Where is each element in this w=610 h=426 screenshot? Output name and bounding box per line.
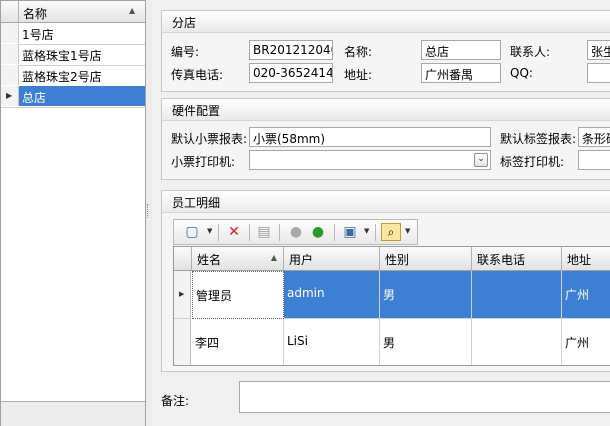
find-icon[interactable]: ⌕ (381, 223, 401, 241)
save-icon[interactable]: ▣ (340, 223, 360, 241)
sort-ascending-icon: ▲ (129, 6, 136, 15)
employee-name-cell[interactable]: 管理员 (192, 271, 284, 319)
tag-report-label: 默认标签报表: (500, 132, 577, 146)
address-field[interactable]: 广州番禺 (421, 63, 501, 83)
store-grid-header[interactable]: 名称 ▲ (1, 1, 145, 23)
employee-name-cell[interactable]: 李四 (192, 319, 284, 365)
store-name: 蓝格珠宝1号店 (22, 49, 102, 63)
toolbar-separator (249, 224, 250, 241)
employee-grid[interactable]: 姓名 ▲ 用户 性别 联系电话 地址 ▶ 管理员 admin 男 广州 李四 L… (173, 246, 610, 366)
fax-label: 传真电话: (171, 68, 224, 82)
employee-user-cell[interactable]: admin (284, 271, 380, 319)
toolbar-separator (375, 224, 376, 241)
row-indicator (1, 44, 19, 64)
delete-icon[interactable]: ✕ (224, 223, 244, 241)
column-header-address[interactable]: 地址 (562, 247, 610, 271)
chevron-down-icon[interactable]: ⌄ (474, 153, 488, 167)
contact-field[interactable]: 张生 (587, 40, 610, 60)
row-indicator-header (1, 1, 19, 22)
receipt-printer-select[interactable]: ⌄ (249, 150, 491, 170)
remarks-field[interactable] (239, 381, 610, 413)
name-label: 名称: (344, 45, 373, 59)
code-field[interactable]: BR2012120400 (249, 40, 333, 60)
store-row-selected[interactable]: ▶ 总店 (1, 86, 145, 108)
contact-label: 联系人: (510, 45, 551, 59)
current-row-arrow-icon: ▶ (179, 290, 185, 298)
new-document-icon[interactable]: ▢ (182, 223, 202, 241)
employee-gender-cell[interactable]: 男 (380, 271, 472, 319)
row-indicator: ▶ (1, 86, 19, 106)
receipt-report-field[interactable]: 小票(58mm) (249, 127, 491, 147)
column-header-gender[interactable]: 性别 (380, 247, 472, 271)
row-indicator: ▶ (174, 271, 191, 319)
tag-report-field[interactable]: 条形码 (578, 127, 610, 147)
store-name: 蓝格珠宝2号店 (22, 70, 102, 84)
column-header-label: 姓名 (197, 253, 222, 267)
toolbar-separator (279, 224, 280, 241)
employee-address-cell[interactable]: 广州 (562, 319, 610, 365)
row-indicator-header (174, 247, 192, 271)
move-up-icon[interactable]: ● (286, 223, 306, 241)
receipt-printer-label: 小票打印机: (171, 155, 236, 169)
remarks-label: 备注: (161, 394, 190, 408)
store-row[interactable]: 1号店 (1, 23, 145, 45)
column-header-name[interactable]: 名称 (23, 5, 47, 22)
tag-printer-select[interactable] (578, 150, 610, 170)
group-title: 分店 (162, 11, 610, 33)
code-label: 编号: (171, 45, 200, 59)
employee-user-cell[interactable]: LiSi (284, 319, 380, 365)
splitter-grip-icon (147, 204, 151, 218)
row-indicator (1, 23, 19, 43)
move-down-icon[interactable]: ● (308, 223, 328, 241)
column-header-phone[interactable]: 联系电话 (472, 247, 562, 271)
store-row[interactable]: 蓝格珠宝2号店 (1, 65, 145, 87)
column-header-user[interactable]: 用户 (284, 247, 380, 271)
row-indicator (1, 65, 19, 85)
group-title: 硬件配置 (162, 99, 610, 121)
row-indicator (174, 319, 191, 365)
store-name: 1号店 (22, 28, 54, 42)
column-header-name[interactable]: 姓名 ▲ (192, 247, 284, 271)
employee-phone-cell[interactable] (472, 271, 562, 319)
qq-field[interactable] (587, 63, 610, 83)
tag-printer-label: 标签打印机: (500, 155, 565, 169)
employee-gender-cell[interactable]: 男 (380, 319, 472, 365)
splitter[interactable] (146, 0, 152, 426)
toolbar-separator (334, 224, 335, 241)
print-icon[interactable]: ▤ (254, 223, 274, 241)
store-grid-footer (1, 401, 145, 426)
store-name: 总店 (22, 91, 47, 105)
employee-toolbar: ▢ ▼ ✕ ▤ ● ● ▣ ▼ ⌕ ▼ (173, 219, 418, 245)
store-row[interactable]: 蓝格珠宝1号店 (1, 44, 145, 66)
group-title: 员工明细 (162, 191, 610, 213)
sort-ascending-icon: ▲ (270, 253, 277, 262)
chevron-down-icon[interactable]: ▼ (405, 227, 410, 235)
qq-label: QQ: (510, 66, 533, 80)
store-grid[interactable]: 名称 ▲ 1号店 蓝格珠宝1号店 蓝格珠宝2号店 ▶ 总店 (0, 0, 146, 426)
employee-address-cell[interactable]: 广州 (562, 271, 610, 319)
chevron-down-icon[interactable]: ▼ (364, 227, 369, 235)
receipt-report-label: 默认小票报表: (171, 132, 248, 146)
chevron-down-icon[interactable]: ▼ (207, 227, 212, 235)
address-label: 地址: (344, 68, 373, 82)
name-field[interactable]: 总店 (421, 40, 501, 60)
fax-field[interactable]: 020-36524145 (249, 63, 333, 83)
current-row-arrow-icon: ▶ (6, 91, 13, 100)
employee-phone-cell[interactable] (472, 319, 562, 365)
toolbar-separator (218, 224, 219, 241)
